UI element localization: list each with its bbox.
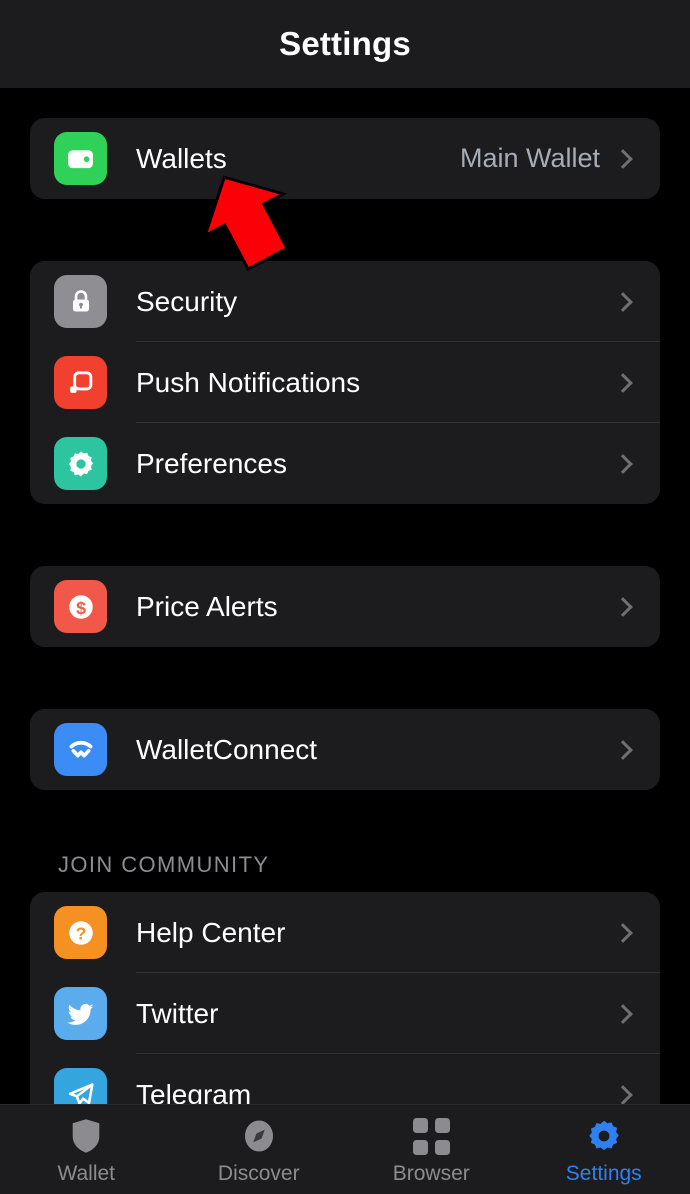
settings-row-label: Telegram bbox=[136, 1078, 252, 1105]
settings-row-label: Price Alerts bbox=[136, 590, 278, 622]
row-accessory bbox=[613, 922, 660, 943]
telegram-plane-icon bbox=[54, 1068, 107, 1104]
settings-row-telegram[interactable]: Telegram bbox=[30, 1054, 660, 1104]
question-mark-icon: ? bbox=[54, 906, 107, 959]
tab-wallet[interactable]: Wallet bbox=[0, 1117, 173, 1186]
settings-row-label: Push Notifications bbox=[136, 366, 361, 398]
chevron-right-icon bbox=[613, 739, 633, 760]
general-section: Security Push Notifications Preferences bbox=[30, 261, 660, 504]
tab-browser[interactable]: Browser bbox=[345, 1117, 518, 1186]
row-accessory bbox=[613, 1084, 660, 1104]
navigation-bar: Settings bbox=[0, 0, 690, 88]
settings-screen: Settings Wallets Main Wallet Security Pu… bbox=[0, 0, 690, 1194]
gear-icon bbox=[54, 437, 107, 490]
bottom-tab-bar: Wallet Discover Browser Settings bbox=[0, 1104, 690, 1194]
chevron-right-icon bbox=[613, 922, 633, 943]
settings-row-label: Twitter bbox=[136, 997, 219, 1029]
chevron-right-icon bbox=[613, 148, 633, 169]
gear-icon bbox=[586, 1117, 622, 1155]
settings-list[interactable]: Wallets Main Wallet Security Push Notifi… bbox=[0, 88, 690, 1104]
tab-label: Wallet bbox=[57, 1162, 116, 1185]
row-accessory bbox=[613, 596, 660, 617]
walletconnect-icon bbox=[54, 723, 107, 776]
settings-row-help-center[interactable]: ? Help Center bbox=[30, 892, 660, 973]
chevron-right-icon bbox=[613, 1084, 633, 1104]
tab-discover[interactable]: Discover bbox=[173, 1117, 346, 1186]
chevron-right-icon bbox=[613, 453, 633, 474]
row-accessory bbox=[613, 372, 660, 393]
svg-text:?: ? bbox=[75, 923, 86, 943]
dollar-coin-icon: $ bbox=[54, 580, 107, 633]
grid-cell bbox=[434, 1117, 450, 1133]
settings-row-walletconnect[interactable]: WalletConnect bbox=[30, 709, 660, 790]
row-accessory bbox=[613, 291, 660, 312]
settings-row-wallets[interactable]: Wallets Main Wallet bbox=[30, 118, 660, 199]
row-accessory bbox=[613, 1003, 660, 1024]
settings-row-label: Help Center bbox=[136, 916, 286, 948]
wallets-current-value: Main Wallet bbox=[459, 143, 600, 173]
tab-label: Discover bbox=[217, 1162, 300, 1185]
lock-icon bbox=[54, 275, 107, 328]
page-title: Settings bbox=[279, 25, 411, 62]
community-section: ? Help Center Twitter Telegram bbox=[30, 892, 660, 1104]
push-notification-icon bbox=[54, 356, 107, 409]
grid-cell bbox=[412, 1117, 428, 1133]
section-header-community: JOIN COMMUNITY bbox=[58, 852, 270, 877]
settings-row-security[interactable]: Security bbox=[30, 261, 660, 342]
settings-row-twitter[interactable]: Twitter bbox=[30, 973, 660, 1054]
tab-label: Browser bbox=[392, 1162, 470, 1185]
svg-text:$: $ bbox=[76, 598, 86, 618]
wallet-icon bbox=[54, 132, 107, 185]
row-accessory bbox=[613, 453, 660, 474]
twitter-bird-icon bbox=[54, 987, 107, 1040]
grid-cell bbox=[434, 1139, 450, 1155]
row-accessory: Main Wallet bbox=[460, 143, 660, 174]
settings-row-label: Preferences bbox=[136, 447, 287, 479]
wallets-section: Wallets Main Wallet bbox=[30, 118, 660, 199]
chevron-right-icon bbox=[613, 1003, 633, 1024]
chevron-right-icon bbox=[613, 291, 633, 312]
chevron-right-icon bbox=[613, 372, 633, 393]
settings-row-push-notifications[interactable]: Push Notifications bbox=[30, 342, 660, 423]
row-accessory bbox=[613, 739, 660, 760]
shield-icon bbox=[69, 1117, 103, 1155]
walletconnect-section: WalletConnect bbox=[30, 709, 660, 790]
settings-row-label: Security bbox=[136, 285, 238, 317]
chevron-right-icon bbox=[613, 596, 633, 617]
price-alerts-section: $ Price Alerts bbox=[30, 566, 660, 647]
compass-icon bbox=[241, 1117, 277, 1155]
tab-label: Settings bbox=[565, 1162, 642, 1185]
settings-row-label: WalletConnect bbox=[136, 733, 318, 765]
settings-row-label: Wallets bbox=[136, 142, 227, 174]
grid-squares-icon bbox=[412, 1117, 450, 1155]
grid-cell bbox=[412, 1139, 428, 1155]
tab-settings[interactable]: Settings bbox=[518, 1117, 690, 1186]
settings-row-preferences[interactable]: Preferences bbox=[30, 423, 660, 504]
settings-row-price-alerts[interactable]: $ Price Alerts bbox=[30, 566, 660, 647]
